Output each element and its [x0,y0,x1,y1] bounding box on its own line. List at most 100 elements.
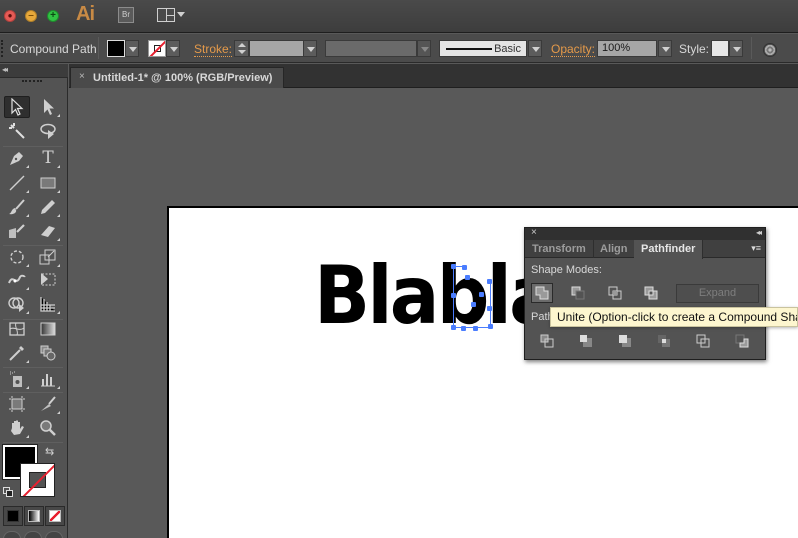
minus-back-button[interactable] [731,331,753,351]
trim-button[interactable] [575,331,597,351]
anchor-point[interactable] [487,279,492,284]
window-zoom-button[interactable]: + [47,10,59,22]
anchor-point[interactable] [465,275,470,280]
anchor-point[interactable] [488,324,493,329]
draw-behind-button[interactable] [24,531,42,538]
tab-align[interactable]: Align [593,240,636,258]
divide-button[interactable] [536,331,558,351]
collapse-panel-icon[interactable]: ◂◂ [2,65,8,74]
column-graph-tool[interactable] [35,368,61,390]
panel-titlebar[interactable]: × ◂◂ [525,227,765,240]
swap-fill-stroke-icon[interactable]: ⇆ [45,445,54,458]
pen-tool[interactable] [4,147,30,169]
panel-grip[interactable] [22,80,42,83]
line-segment-tool[interactable] [4,172,30,194]
lasso-tool[interactable] [35,120,61,142]
mesh-tool[interactable] [4,318,30,340]
merge-button[interactable] [614,331,636,351]
close-tab-icon[interactable]: × [79,71,85,82]
panel-menu-icon[interactable]: ▾≡ [751,243,761,254]
zoom-tool[interactable] [35,417,61,439]
anchor-point[interactable] [451,264,456,269]
style-dropdown-button[interactable] [729,40,743,57]
outline-button[interactable] [692,331,714,351]
anchor-point[interactable] [461,326,466,331]
eyedropper-tool[interactable] [4,342,30,364]
rectangle-tool[interactable] [35,172,61,194]
direct-selection-tool[interactable] [35,96,61,118]
artboard-tool[interactable] [4,393,30,415]
none-mode-button[interactable] [45,506,65,526]
anchor-point[interactable] [473,326,478,331]
stroke-weight-dropdown[interactable] [303,40,317,57]
intersect-button[interactable] [604,283,626,303]
control-bar-grip[interactable] [1,40,3,57]
slice-tool[interactable] [35,393,61,415]
stroke-weight-stepper[interactable] [234,40,249,57]
default-fill-stroke-icon[interactable] [3,487,14,498]
fill-dropdown-button[interactable] [125,40,139,57]
opacity-input[interactable]: 100% [597,40,657,57]
pencil-tool[interactable] [35,196,61,218]
anchor-point[interactable] [487,306,492,311]
exclude-button[interactable] [640,283,662,303]
close-panel-icon[interactable]: × [531,227,537,238]
opacity-label[interactable]: Opacity: [551,42,596,57]
anchor-point[interactable] [479,292,484,297]
window-close-button[interactable]: ● [4,10,16,22]
perspective-grid-tool[interactable] [35,293,61,315]
document-tab[interactable]: × Untitled-1* @ 100% (RGB/Preview) [70,67,284,88]
blend-tool[interactable] [35,342,61,364]
width-tool[interactable] [4,269,30,291]
tab-transform[interactable]: Transform [525,240,594,258]
anchor-point[interactable] [451,293,456,298]
brush-dropdown-button[interactable] [528,40,542,57]
crop-button[interactable] [653,331,675,351]
paintbrush-tool[interactable] [4,196,30,218]
anchor-point[interactable] [451,325,456,330]
bridge-button[interactable]: Br [118,7,134,23]
workspace-layout-button[interactable] [157,8,175,22]
graphic-style-swatch[interactable] [711,40,729,57]
blob-brush-tool[interactable] [4,220,30,242]
brush-definition-field[interactable]: Basic [439,40,527,57]
draw-normal-button[interactable] [3,531,21,538]
expand-button[interactable]: Expand [676,284,759,303]
gradient-tool[interactable] [35,318,61,340]
variable-width-profile[interactable] [325,40,417,57]
color-mode-button[interactable] [3,506,23,526]
window-minimize-button[interactable]: – [25,10,37,22]
stroke-panel-link[interactable]: Stroke: [194,42,233,57]
stroke-label[interactable]: Stroke: [194,42,233,57]
anchor-point[interactable] [462,265,467,270]
eraser-tool[interactable] [35,220,61,242]
shape-builder-tool[interactable] [4,293,30,315]
anchor-point[interactable] [471,302,476,307]
artwork-text-outlines[interactable]: Blabla [314,256,559,336]
selection-tool[interactable] [4,96,30,118]
stroke-weight-input[interactable] [249,40,304,57]
magic-wand-tool[interactable] [4,120,30,142]
stroke-color-box[interactable] [20,463,55,497]
stroke-dropdown-button[interactable] [166,40,180,57]
collapse-panel-icon[interactable]: ◂◂ [756,228,762,237]
symbol-sprayer-tool[interactable] [4,368,30,390]
unite-button[interactable] [531,283,553,303]
opacity-panel-link[interactable]: Opacity: [551,42,596,57]
scale-tool[interactable] [35,246,61,268]
recolor-artwork-icon[interactable] [763,43,777,57]
hand-tool[interactable] [4,417,30,439]
opacity-dropdown-button[interactable] [658,40,672,57]
free-transform-tool[interactable] [35,269,61,291]
selected-compound-path[interactable] [451,264,493,331]
stroke-color-swatch[interactable] [148,40,166,57]
rotate-tool[interactable] [4,246,30,268]
fill-color-swatch[interactable] [107,40,125,57]
variable-width-dropdown[interactable] [417,40,431,57]
tab-pathfinder[interactable]: Pathfinder [634,240,704,259]
draw-inside-button[interactable] [45,531,63,538]
chevron-down-icon[interactable] [177,12,185,17]
gradient-mode-button[interactable] [24,506,44,526]
type-tool[interactable]: T [35,147,61,169]
minus-front-button[interactable] [567,283,589,303]
